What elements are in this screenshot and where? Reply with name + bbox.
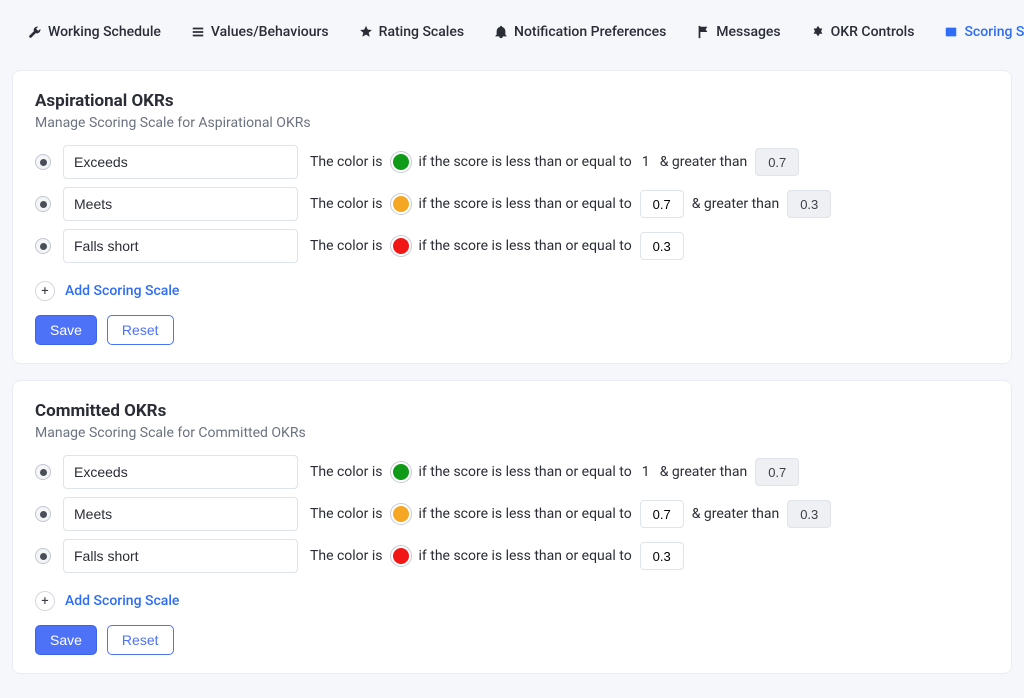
color-dot[interactable] (391, 462, 411, 482)
rule-text: if the score is less than or equal to (419, 548, 632, 564)
row-radio[interactable] (35, 196, 51, 212)
upper-bound-static: 1 (640, 464, 652, 480)
upper-bound-input[interactable] (640, 542, 684, 570)
rule-text: & greater than (692, 506, 780, 522)
tab-messages[interactable]: Messages (688, 18, 788, 46)
rule-text: & greater than (660, 154, 748, 170)
tab-label: OKR Controls (831, 24, 915, 40)
tab-label: Working Schedule (48, 24, 161, 40)
panel-subtitle: Manage Scoring Scale for Aspirational OK… (35, 115, 989, 131)
color-dot[interactable] (391, 152, 411, 172)
scale-label-input[interactable] (63, 187, 298, 221)
rule-text: & greater than (692, 196, 780, 212)
lower-bound-input (755, 458, 799, 486)
tab-label: Values/Behaviours (211, 24, 329, 40)
panel-committed-okrs: Committed OKRs Manage Scoring Scale for … (12, 380, 1012, 674)
save-button[interactable]: Save (35, 625, 97, 655)
tab-scoring-scale[interactable]: Scoring Scale (936, 18, 1024, 46)
lower-bound-input (787, 500, 831, 528)
tab-label: Rating Scales (379, 24, 464, 40)
reset-button[interactable]: Reset (107, 625, 174, 655)
color-dot[interactable] (391, 236, 411, 256)
scale-label-input[interactable] (63, 539, 298, 573)
panel-aspirational-okrs: Aspirational OKRs Manage Scoring Scale f… (12, 70, 1012, 364)
tab-notification-preferences[interactable]: Notification Preferences (486, 18, 674, 46)
upper-bound-input[interactable] (640, 232, 684, 260)
rule-text: & greater than (660, 464, 748, 480)
row-radio[interactable] (35, 506, 51, 522)
color-dot[interactable] (391, 194, 411, 214)
row-radio[interactable] (35, 464, 51, 480)
flag-icon (696, 25, 710, 39)
color-dot[interactable] (391, 546, 411, 566)
tab-values-behaviours[interactable]: Values/Behaviours (183, 18, 337, 46)
save-button[interactable]: Save (35, 315, 97, 345)
scale-row: The color is if the score is less than o… (35, 145, 989, 179)
plus-icon: + (35, 591, 55, 611)
row-radio[interactable] (35, 548, 51, 564)
upper-bound-static: 1 (640, 154, 652, 170)
add-scoring-scale-button[interactable]: + Add Scoring Scale (35, 281, 179, 301)
tab-label: Notification Preferences (514, 24, 666, 40)
wrench-icon (28, 25, 42, 39)
add-scoring-scale-button[interactable]: + Add Scoring Scale (35, 591, 179, 611)
list-icon (191, 25, 205, 39)
upper-bound-input[interactable] (640, 500, 684, 528)
scale-row: The color is if the score is less than o… (35, 455, 989, 489)
rule-text: if the score is less than or equal to (419, 154, 632, 170)
scale-label-input[interactable] (63, 497, 298, 531)
star-icon (359, 25, 373, 39)
lower-bound-input (755, 148, 799, 176)
scale-row: The color is if the score is less than o… (35, 229, 989, 263)
color-dot[interactable] (391, 504, 411, 524)
rule-text: if the score is less than or equal to (419, 238, 632, 254)
bell-icon (494, 25, 508, 39)
settings-tabbar: Working Schedule Values/Behaviours Ratin… (12, 10, 1012, 54)
tab-label: Scoring Scale (964, 24, 1024, 40)
row-radio[interactable] (35, 154, 51, 170)
rule-text: if the score is less than or equal to (419, 506, 632, 522)
lower-bound-input (787, 190, 831, 218)
rule-text: if the score is less than or equal to (419, 196, 632, 212)
scale-label-input[interactable] (63, 455, 298, 489)
scale-row: The color is if the score is less than o… (35, 539, 989, 573)
rule-text: The color is (310, 196, 383, 212)
rule-text: if the score is less than or equal to (419, 464, 632, 480)
scale-label-input[interactable] (63, 145, 298, 179)
panel-title: Committed OKRs (35, 401, 989, 421)
rule-text: The color is (310, 464, 383, 480)
scale-label-input[interactable] (63, 229, 298, 263)
rule-text: The color is (310, 548, 383, 564)
tab-label: Messages (716, 24, 780, 40)
tab-okr-controls[interactable]: OKR Controls (803, 18, 923, 46)
panel-title: Aspirational OKRs (35, 91, 989, 111)
tab-rating-scales[interactable]: Rating Scales (351, 18, 472, 46)
rule-text: The color is (310, 506, 383, 522)
tab-working-schedule[interactable]: Working Schedule (20, 18, 169, 46)
rule-text: The color is (310, 154, 383, 170)
row-radio[interactable] (35, 238, 51, 254)
reset-button[interactable]: Reset (107, 315, 174, 345)
panel-subtitle: Manage Scoring Scale for Committed OKRs (35, 425, 989, 441)
rule-text: The color is (310, 238, 383, 254)
scale-row: The color is if the score is less than o… (35, 497, 989, 531)
plus-icon: + (35, 281, 55, 301)
scale-row: The color is if the score is less than o… (35, 187, 989, 221)
upper-bound-input[interactable] (640, 190, 684, 218)
add-scale-label: Add Scoring Scale (65, 593, 179, 609)
controls-icon (811, 25, 825, 39)
add-scale-label: Add Scoring Scale (65, 283, 179, 299)
scale-icon (944, 25, 958, 39)
